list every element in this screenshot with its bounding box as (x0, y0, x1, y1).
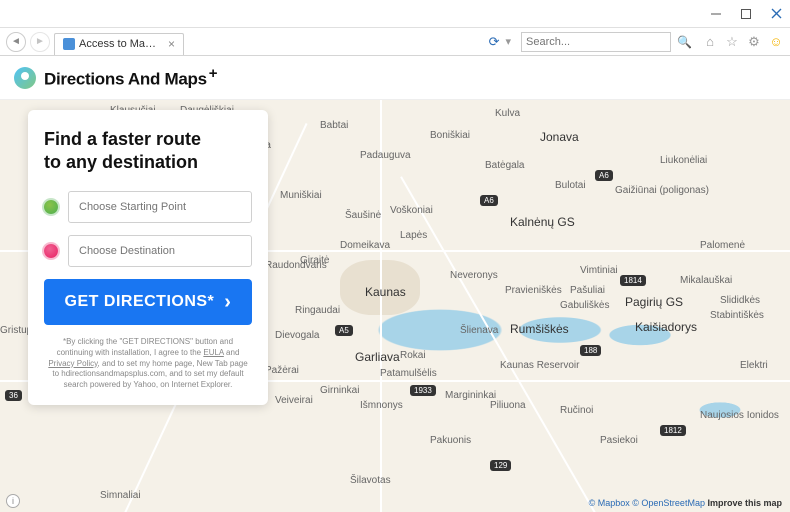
cta-label: GET DIRECTIONS* (65, 293, 215, 311)
road-shield: 1933 (410, 385, 436, 396)
map-label: Rokai (400, 350, 426, 361)
map-label: Išmnonys (360, 400, 403, 411)
page-header: Directions And Maps+ (0, 56, 790, 100)
map-label: Kulva (495, 108, 520, 119)
map-label: Pravieniškės (505, 285, 562, 296)
stop-icon[interactable]: ▾ (506, 35, 512, 48)
map-label: Pakuonis (430, 435, 471, 446)
map-label: Ručinoi (560, 405, 593, 416)
close-button[interactable] (770, 8, 782, 20)
chevron-right-icon: › (224, 291, 231, 314)
maximize-button[interactable] (740, 8, 752, 20)
map-label: Mikalauškai (680, 275, 732, 286)
map-label: Domeikava (340, 240, 390, 251)
map-attribution: © Mapbox © OpenStreetMap Improve this ma… (589, 498, 782, 508)
road-shield: 36 (5, 390, 22, 401)
brand-plus-icon: + (209, 65, 217, 82)
road-shield: A5 (335, 325, 353, 336)
map-label: Šlienava (460, 325, 498, 336)
map-label: Padauguva (360, 150, 411, 161)
directions-panel: Find a faster route to any destination G… (28, 110, 268, 405)
eula-link[interactable]: EULA (203, 348, 223, 357)
start-pin-icon (44, 200, 58, 214)
map-label: Pažėrai (265, 365, 299, 376)
minimize-button[interactable] (710, 8, 722, 20)
map-label: Kalnėnų GS (510, 215, 575, 229)
destination-input[interactable] (68, 235, 252, 267)
map-label: Šaušinė (345, 210, 381, 221)
map-label: Simnaliai (100, 490, 141, 501)
forward-button[interactable]: ► (30, 32, 50, 52)
disclaimer-text: *By clicking the "GET DIRECTIONS" button… (44, 337, 252, 391)
map-label: Patamulšėlis (380, 368, 437, 379)
map-label: Gabuliškės (560, 300, 609, 311)
map-label: Pagirių GS (625, 295, 683, 309)
map-label: Neveronys (450, 270, 498, 281)
map-label: Slididkės (720, 295, 760, 306)
map-label: Palomenė (700, 240, 745, 251)
road-shield: 1812 (660, 425, 686, 436)
map-label: Vimtiniai (580, 265, 618, 276)
map-label: Garliava (355, 350, 400, 364)
map-label: Piliuona (490, 400, 526, 411)
attribution-mapbox[interactable]: © Mapbox (589, 498, 630, 508)
home-icon[interactable]: ⌂ (702, 34, 718, 50)
map-label: Jonava (540, 130, 579, 144)
destination-pin-icon (44, 244, 58, 258)
refresh-icon[interactable]: ⟳ (489, 34, 500, 50)
map-label: Šilavotas (350, 475, 391, 486)
back-button[interactable]: ◄ (6, 32, 26, 52)
browser-navbar: ◄ ► Access to MapQuest, Mapq... × ⟳ ▾ 🔍 … (0, 28, 790, 56)
tab-title: Access to MapQuest, Mapq... (79, 38, 162, 50)
tab-close-icon[interactable]: × (168, 37, 175, 51)
map-label: Kaunas (365, 285, 406, 299)
browser-tab[interactable]: Access to MapQuest, Mapq... × (54, 33, 184, 55)
map-label: Batėgala (485, 160, 524, 171)
start-input[interactable] (68, 191, 252, 223)
brand-name: Directions And Maps+ (44, 65, 217, 90)
attribution-improve[interactable]: Improve this map (707, 498, 782, 508)
map-label: Voškoniai (390, 205, 433, 216)
road-shield: 1814 (620, 275, 646, 286)
map-label: Margininkai (445, 390, 496, 401)
privacy-link[interactable]: Privacy Policy (48, 359, 97, 368)
map-label: Veiveirai (275, 395, 313, 406)
road-shield: 129 (490, 460, 511, 471)
map-label: Girninkai (320, 385, 359, 396)
road-shield: A6 (480, 195, 498, 206)
map-label: Stabintiškės (710, 310, 764, 321)
brand-logo-icon (14, 67, 36, 89)
map-label: Raudondvaris (265, 260, 327, 271)
road-shield: A6 (595, 170, 613, 181)
attribution-osm[interactable]: © OpenStreetMap (632, 498, 705, 508)
settings-icon[interactable]: ⚙ (746, 34, 762, 50)
map-label: Boniškiai (430, 130, 470, 141)
map-label: Muniškiai (280, 190, 322, 201)
map-label: Rumšiškės (510, 322, 569, 336)
browser-search-input[interactable] (521, 32, 671, 52)
map-label: Pašuliai (570, 285, 605, 296)
map-label: Naujosios Ionidos (700, 410, 779, 421)
map-label: Babtai (320, 120, 348, 131)
map-label: Ringaudai (295, 305, 340, 316)
road-shield: 188 (580, 345, 601, 356)
map-label: Lapės (400, 230, 427, 241)
map-label: Dievogala (275, 330, 319, 341)
window-titlebar (0, 0, 790, 28)
search-icon[interactable]: 🔍 (677, 35, 692, 49)
map-label: Liukonėliai (660, 155, 707, 166)
map-label: Pasiekoi (600, 435, 638, 446)
feedback-icon[interactable]: ☺ (768, 34, 784, 50)
map-label: Elektri (740, 360, 768, 371)
map-label: Kaunas Reservoir (500, 360, 579, 371)
map-label: Bulotai (555, 180, 586, 191)
tab-favicon-icon (63, 38, 75, 50)
map-label: Kaišiadorys (635, 320, 697, 334)
get-directions-button[interactable]: GET DIRECTIONS* › (44, 279, 252, 325)
map-info-icon[interactable]: i (6, 494, 20, 508)
map-label: Gaižiūnai (poligonas) (615, 185, 709, 196)
panel-heading: Find a faster route to any destination (44, 128, 252, 173)
favorites-icon[interactable]: ☆ (724, 34, 740, 50)
